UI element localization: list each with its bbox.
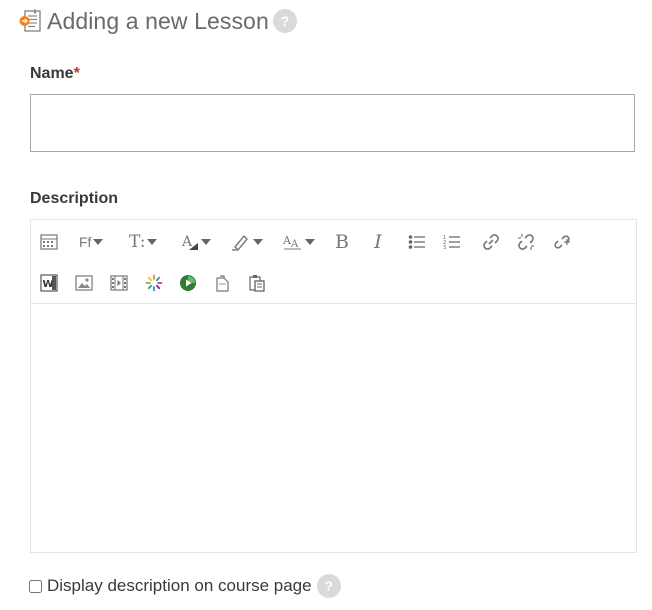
word-paste-icon[interactable]: W [39,271,59,295]
description-editor-body[interactable] [31,304,636,552]
italic-text: I [374,231,382,253]
display-description-label[interactable]: Display description on course page [47,576,312,596]
name-label-text: Name [30,65,74,82]
clipboard-icon[interactable] [213,271,233,295]
font-size-icon[interactable]: T: [129,230,158,254]
font-family-icon[interactable]: Ff [79,230,104,254]
chevron-down-icon [93,239,104,245]
paragraph-style-icon[interactable]: AA [283,230,315,254]
svg-text:3: 3 [443,245,446,250]
font-family-text: Ff [79,234,92,250]
page-title: Adding a new Lesson [47,7,269,34]
unlink-icon[interactable] [516,230,536,254]
font-color-icon[interactable]: A [181,230,211,254]
highlight-color-icon[interactable] [231,230,263,254]
display-description-checkbox[interactable] [29,579,42,593]
anchor-link-icon[interactable] [552,230,572,254]
bold-text: B [335,231,349,253]
required-mark: * [73,65,80,82]
link-icon[interactable] [481,230,501,254]
name-input[interactable] [30,94,635,152]
bold-icon[interactable]: B [333,230,351,254]
chevron-down-icon [147,239,158,245]
help-icon[interactable]: ? [316,574,341,598]
chevron-down-icon [253,239,263,245]
recording-icon[interactable] [178,271,198,295]
editor-toolbar: Ff T: A AA B I 123 W [31,220,636,304]
description-editor: Ff T: A AA B I 123 W [30,219,637,553]
chevron-down-icon [305,239,315,245]
chevron-down-icon [201,239,211,245]
page-header: Adding a new Lesson ? [18,6,297,36]
svg-text:W: W [43,279,54,290]
name-label: Name* [30,65,80,83]
media-icon[interactable] [109,271,129,295]
font-size-text: T: [129,232,146,252]
description-label: Description [30,190,119,207]
svg-text:A: A [290,239,299,250]
lesson-icon [18,8,44,34]
italic-icon[interactable]: I [369,230,387,254]
display-description-row: Display description on course page ? [29,574,341,598]
svg-text:A: A [181,234,193,250]
ordered-list-icon[interactable]: 123 [442,230,462,254]
image-icon[interactable] [74,271,94,295]
loader-icon[interactable] [144,271,164,295]
toolbar-toggle-icon[interactable] [39,230,59,254]
unordered-list-icon[interactable] [407,230,427,254]
paste-icon[interactable] [247,271,267,295]
help-icon[interactable]: ? [272,9,297,33]
